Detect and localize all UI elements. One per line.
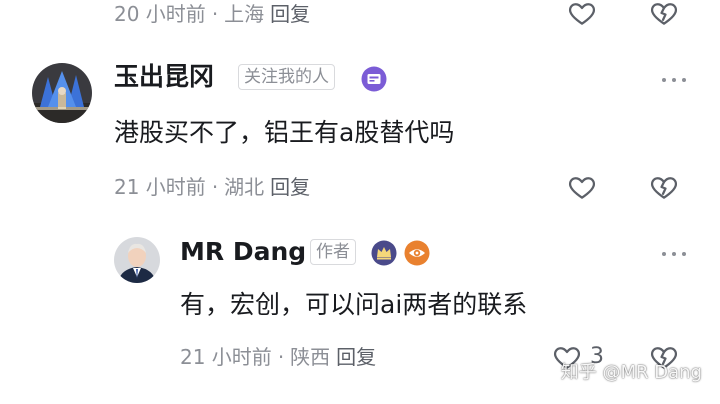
broken-heart-icon <box>650 3 678 25</box>
heart-icon <box>568 177 596 199</box>
reply-content: 有，宏创，可以问ai两者的联系 <box>180 290 528 319</box>
heart-icon <box>568 3 596 25</box>
membership-badge-icon <box>361 66 387 92</box>
separator-dot: · <box>211 175 219 199</box>
more-options-button[interactable] <box>662 75 686 85</box>
comment-time: 20 小时前 <box>114 2 206 26</box>
more-options-button[interactable] <box>662 249 686 259</box>
dislike-button[interactable] <box>647 170 681 204</box>
dot-icon <box>662 252 666 256</box>
comment-thread: 20 小时前·上海回复 玉出昆冈 关注我的人 港股买不了，铝王有a股替代吗 <box>0 0 720 404</box>
reply-time: 21 小时前 <box>180 345 272 369</box>
dot-icon <box>662 78 666 82</box>
dot-icon <box>672 252 676 256</box>
watermark: 知乎 @MR Dang <box>560 362 702 383</box>
comment-meta-top: 20 小时前 · 上海 回复 <box>114 2 310 26</box>
author-name[interactable]: 玉出昆冈 <box>114 62 214 92</box>
like-button[interactable] <box>565 0 599 30</box>
comment-meta: 21 小时前 · 湖北 回复 <box>114 175 310 199</box>
reply-button[interactable]: 回复 <box>270 175 310 199</box>
separator-dot: · <box>277 345 285 369</box>
separator-dot: · <box>211 2 219 26</box>
eye-badge-icon <box>404 240 430 266</box>
dot-icon <box>672 78 676 82</box>
author-role-tag: 作者 <box>310 239 356 265</box>
avatar-image <box>32 63 92 123</box>
reply-button[interactable]: 回复 <box>270 2 310 26</box>
avatar[interactable] <box>114 237 160 283</box>
reply-button[interactable]: 回复 <box>336 345 376 369</box>
avatar-image <box>114 237 160 283</box>
crown-badge-icon <box>371 240 397 266</box>
reply-location: 陕西 <box>290 345 331 369</box>
dot-icon <box>682 78 686 82</box>
broken-heart-icon <box>650 177 678 199</box>
author-name[interactable]: MR Dang <box>180 237 306 267</box>
like-button[interactable] <box>565 170 599 204</box>
relation-tag: 关注我的人 <box>238 64 335 90</box>
dot-icon <box>682 252 686 256</box>
comment-time: 21 小时前 <box>114 175 206 199</box>
comment-location: 上海 <box>224 2 265 26</box>
comment-content: 港股买不了，铝王有a股替代吗 <box>114 118 455 147</box>
dislike-button[interactable] <box>647 0 681 30</box>
comment-location: 湖北 <box>224 175 265 199</box>
reply-meta: 21 小时前 · 陕西 回复 <box>180 345 376 369</box>
avatar[interactable] <box>32 63 92 123</box>
